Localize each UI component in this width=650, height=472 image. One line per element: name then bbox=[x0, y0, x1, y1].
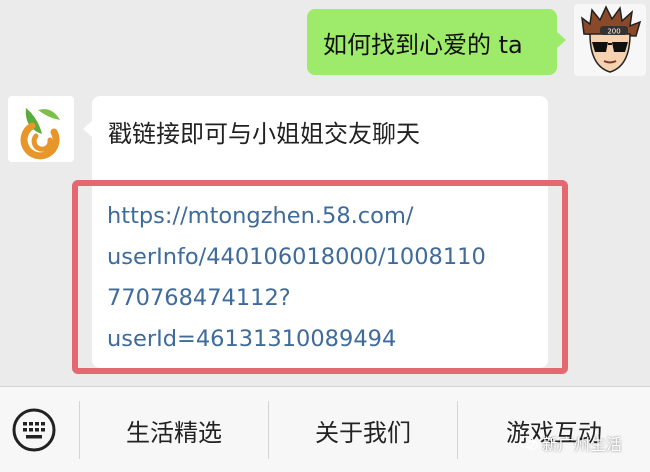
app-logo-icon[interactable] bbox=[8, 96, 74, 162]
link-line-3[interactable]: 770768474112? bbox=[107, 278, 547, 319]
bottom-menu-bar: 生活精选 关于我们 游戏互动 新广州生活 bbox=[0, 386, 650, 472]
user-message-text: 如何找到心爱的 ta bbox=[323, 30, 523, 59]
menu-item-game-interaction[interactable]: 游戏互动 bbox=[458, 395, 650, 465]
link-line-4[interactable]: userId=46131310089494 bbox=[107, 319, 547, 360]
link-line-2[interactable]: userInfo/440106018000/1008110 bbox=[107, 237, 547, 278]
user-avatar-icon[interactable]: 200 bbox=[574, 4, 646, 76]
bot-message-text: 戳链接即可与小姐姐交友聊天 bbox=[108, 120, 420, 148]
keyboard-icon bbox=[12, 408, 56, 452]
menu-item-life-picks[interactable]: 生活精选 bbox=[80, 395, 268, 465]
profile-link[interactable]: https://mtongzhen.58.com/ userInfo/44010… bbox=[107, 196, 547, 360]
keyboard-toggle-button[interactable] bbox=[4, 395, 64, 465]
chat-area: 如何找到心爱的 ta 200 戳链接即可与小姐姐交友聊天 https://mto… bbox=[0, 0, 650, 386]
menu-item-about-us[interactable]: 关于我们 bbox=[269, 395, 457, 465]
user-message-bubble: 如何找到心爱的 ta bbox=[307, 9, 566, 75]
link-line-1[interactable]: https://mtongzhen.58.com/ bbox=[107, 196, 547, 237]
cap-text: 200 bbox=[607, 28, 620, 36]
